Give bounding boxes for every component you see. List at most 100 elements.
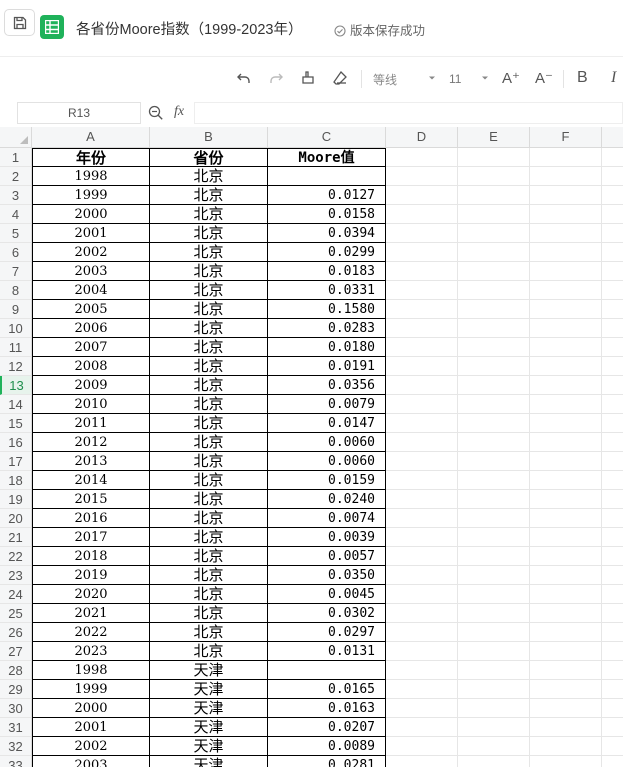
cell-province[interactable]: 北京 xyxy=(150,167,268,186)
empty-cell[interactable] xyxy=(602,471,623,490)
empty-cell[interactable] xyxy=(386,357,458,376)
cell-province[interactable]: 北京 xyxy=(150,490,268,509)
clear-format-button[interactable] xyxy=(332,70,348,86)
cell-province[interactable]: 北京 xyxy=(150,623,268,642)
empty-cell[interactable] xyxy=(386,300,458,319)
document-title[interactable]: 各省份Moore指数（1999-2023年） xyxy=(76,18,302,39)
cell-moore-value[interactable]: 0.0240 xyxy=(268,490,386,509)
cell-moore-value[interactable]: 0.0045 xyxy=(268,585,386,604)
cell-province[interactable]: 北京 xyxy=(150,414,268,433)
empty-cell[interactable] xyxy=(530,452,602,471)
cell-year[interactable]: 2016 xyxy=(32,509,150,528)
row-header[interactable]: 20 xyxy=(0,509,32,528)
empty-cell[interactable] xyxy=(602,148,623,167)
empty-cell[interactable] xyxy=(458,300,530,319)
empty-cell[interactable] xyxy=(602,680,623,699)
cell-moore-value[interactable]: 0.0331 xyxy=(268,281,386,300)
empty-cell[interactable] xyxy=(530,243,602,262)
empty-cell[interactable] xyxy=(602,376,623,395)
function-button[interactable]: fx xyxy=(174,104,184,120)
column-header-a[interactable]: A xyxy=(32,127,150,147)
empty-cell[interactable] xyxy=(458,357,530,376)
empty-cell[interactable] xyxy=(530,623,602,642)
row-header[interactable]: 12 xyxy=(0,357,32,376)
empty-cell[interactable] xyxy=(458,699,530,718)
cell-year[interactable]: 2017 xyxy=(32,528,150,547)
empty-cell[interactable] xyxy=(530,756,602,767)
empty-cell[interactable] xyxy=(602,205,623,224)
empty-cell[interactable] xyxy=(386,148,458,167)
empty-cell[interactable] xyxy=(530,376,602,395)
empty-cell[interactable] xyxy=(386,547,458,566)
empty-cell[interactable] xyxy=(458,281,530,300)
empty-cell[interactable] xyxy=(458,452,530,471)
empty-cell[interactable] xyxy=(602,357,623,376)
empty-cell[interactable] xyxy=(386,509,458,528)
cell-year[interactable]: 2014 xyxy=(32,471,150,490)
empty-cell[interactable] xyxy=(602,243,623,262)
cell-province[interactable]: 天津 xyxy=(150,661,268,680)
cell-moore-value[interactable]: 0.0079 xyxy=(268,395,386,414)
empty-cell[interactable] xyxy=(386,756,458,767)
empty-cell[interactable] xyxy=(386,623,458,642)
row-header[interactable]: 8 xyxy=(0,281,32,300)
empty-cell[interactable] xyxy=(458,376,530,395)
empty-cell[interactable] xyxy=(386,566,458,585)
cell-province[interactable]: 北京 xyxy=(150,528,268,547)
cell-province[interactable]: 北京 xyxy=(150,509,268,528)
empty-cell[interactable] xyxy=(386,585,458,604)
cell-year[interactable]: 1998 xyxy=(32,661,150,680)
empty-cell[interactable] xyxy=(386,433,458,452)
empty-cell[interactable] xyxy=(530,528,602,547)
row-header[interactable]: 25 xyxy=(0,604,32,623)
cell-year[interactable]: 2013 xyxy=(32,452,150,471)
cell-year[interactable]: 1999 xyxy=(32,186,150,205)
cell-moore-value[interactable]: 0.0207 xyxy=(268,718,386,737)
empty-cell[interactable] xyxy=(602,604,623,623)
redo-button[interactable] xyxy=(268,70,284,86)
empty-cell[interactable] xyxy=(530,224,602,243)
cell-province[interactable]: 北京 xyxy=(150,262,268,281)
empty-cell[interactable] xyxy=(530,262,602,281)
row-header[interactable]: 11 xyxy=(0,338,32,357)
empty-cell[interactable] xyxy=(458,395,530,414)
empty-cell[interactable] xyxy=(602,585,623,604)
empty-cell[interactable] xyxy=(458,509,530,528)
cell-moore-value[interactable]: 0.0165 xyxy=(268,680,386,699)
cell-province[interactable]: 北京 xyxy=(150,300,268,319)
cell-year[interactable]: 2010 xyxy=(32,395,150,414)
empty-cell[interactable] xyxy=(530,395,602,414)
empty-cell[interactable] xyxy=(602,699,623,718)
bold-button[interactable]: B xyxy=(577,69,588,87)
cell-year[interactable]: 2005 xyxy=(32,300,150,319)
empty-cell[interactable] xyxy=(602,623,623,642)
empty-cell[interactable] xyxy=(386,604,458,623)
empty-cell[interactable] xyxy=(458,642,530,661)
cell-province[interactable]: 北京 xyxy=(150,452,268,471)
empty-cell[interactable] xyxy=(458,604,530,623)
cell-moore-value[interactable] xyxy=(268,167,386,186)
row-header[interactable]: 3 xyxy=(0,186,32,205)
empty-cell[interactable] xyxy=(530,661,602,680)
cell-province[interactable]: 北京 xyxy=(150,642,268,661)
empty-cell[interactable] xyxy=(386,243,458,262)
row-header[interactable]: 31 xyxy=(0,718,32,737)
empty-cell[interactable] xyxy=(602,338,623,357)
empty-cell[interactable] xyxy=(458,205,530,224)
cell-province[interactable]: 北京 xyxy=(150,357,268,376)
italic-button[interactable]: I xyxy=(611,69,616,87)
row-header[interactable]: 6 xyxy=(0,243,32,262)
empty-cell[interactable] xyxy=(458,471,530,490)
empty-cell[interactable] xyxy=(530,414,602,433)
cell-province[interactable]: 北京 xyxy=(150,471,268,490)
empty-cell[interactable] xyxy=(530,699,602,718)
empty-cell[interactable] xyxy=(458,585,530,604)
cell-province[interactable]: 北京 xyxy=(150,281,268,300)
empty-cell[interactable] xyxy=(386,642,458,661)
cell-province[interactable]: 北京 xyxy=(150,566,268,585)
empty-cell[interactable] xyxy=(602,281,623,300)
empty-cell[interactable] xyxy=(458,490,530,509)
cell-year[interactable]: 2003 xyxy=(32,756,150,767)
empty-cell[interactable] xyxy=(602,300,623,319)
empty-cell[interactable] xyxy=(602,642,623,661)
